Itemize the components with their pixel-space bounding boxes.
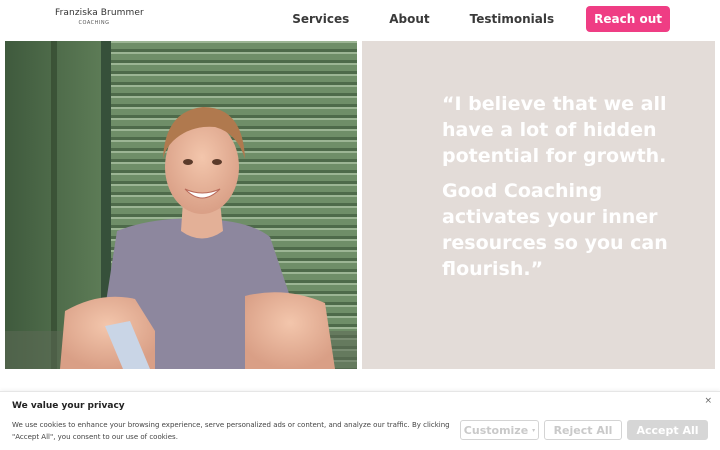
logo-subtitle: COACHING: [78, 20, 110, 26]
cookie-title: We value your privacy: [12, 401, 125, 411]
nav-services[interactable]: Services: [292, 12, 349, 26]
hero-photo: [5, 41, 357, 369]
close-icon[interactable]: ×: [704, 396, 712, 406]
cookie-description: We use cookies to enhance your browsing …: [12, 421, 450, 441]
customize-button[interactable]: Customize ▾: [460, 420, 539, 440]
customize-label: Customize: [463, 423, 529, 437]
quote-part-2: Good Coaching activates your inner resou…: [442, 180, 668, 280]
cookie-banner: We value your privacy We use cookies to …: [0, 391, 720, 450]
chevron-down-icon: ▾: [532, 426, 536, 434]
main-nav: Services About Testimonials Reach out: [292, 6, 670, 32]
page: Franziska Brummer COACHING Services Abou…: [0, 0, 720, 450]
site-header: Franziska Brummer COACHING Services Abou…: [0, 0, 720, 40]
nav-testimonials[interactable]: Testimonials: [470, 12, 554, 26]
quote-part-1: “I believe that we all have a lot of hid…: [442, 93, 667, 167]
logo-name: Franziska Brummer: [55, 8, 144, 18]
quote-panel: “I believe that we all have a lot of hid…: [362, 41, 715, 369]
reject-all-button[interactable]: Reject All: [544, 420, 622, 440]
nav-about[interactable]: About: [389, 12, 429, 26]
accept-all-button[interactable]: Accept All: [627, 420, 708, 440]
hero-quote: “I believe that we all have a lot of hid…: [442, 91, 702, 282]
portrait-illustration: [5, 41, 357, 369]
site-logo[interactable]: Franziska Brummer COACHING: [55, 8, 144, 26]
reach-out-button[interactable]: Reach out: [586, 6, 670, 32]
